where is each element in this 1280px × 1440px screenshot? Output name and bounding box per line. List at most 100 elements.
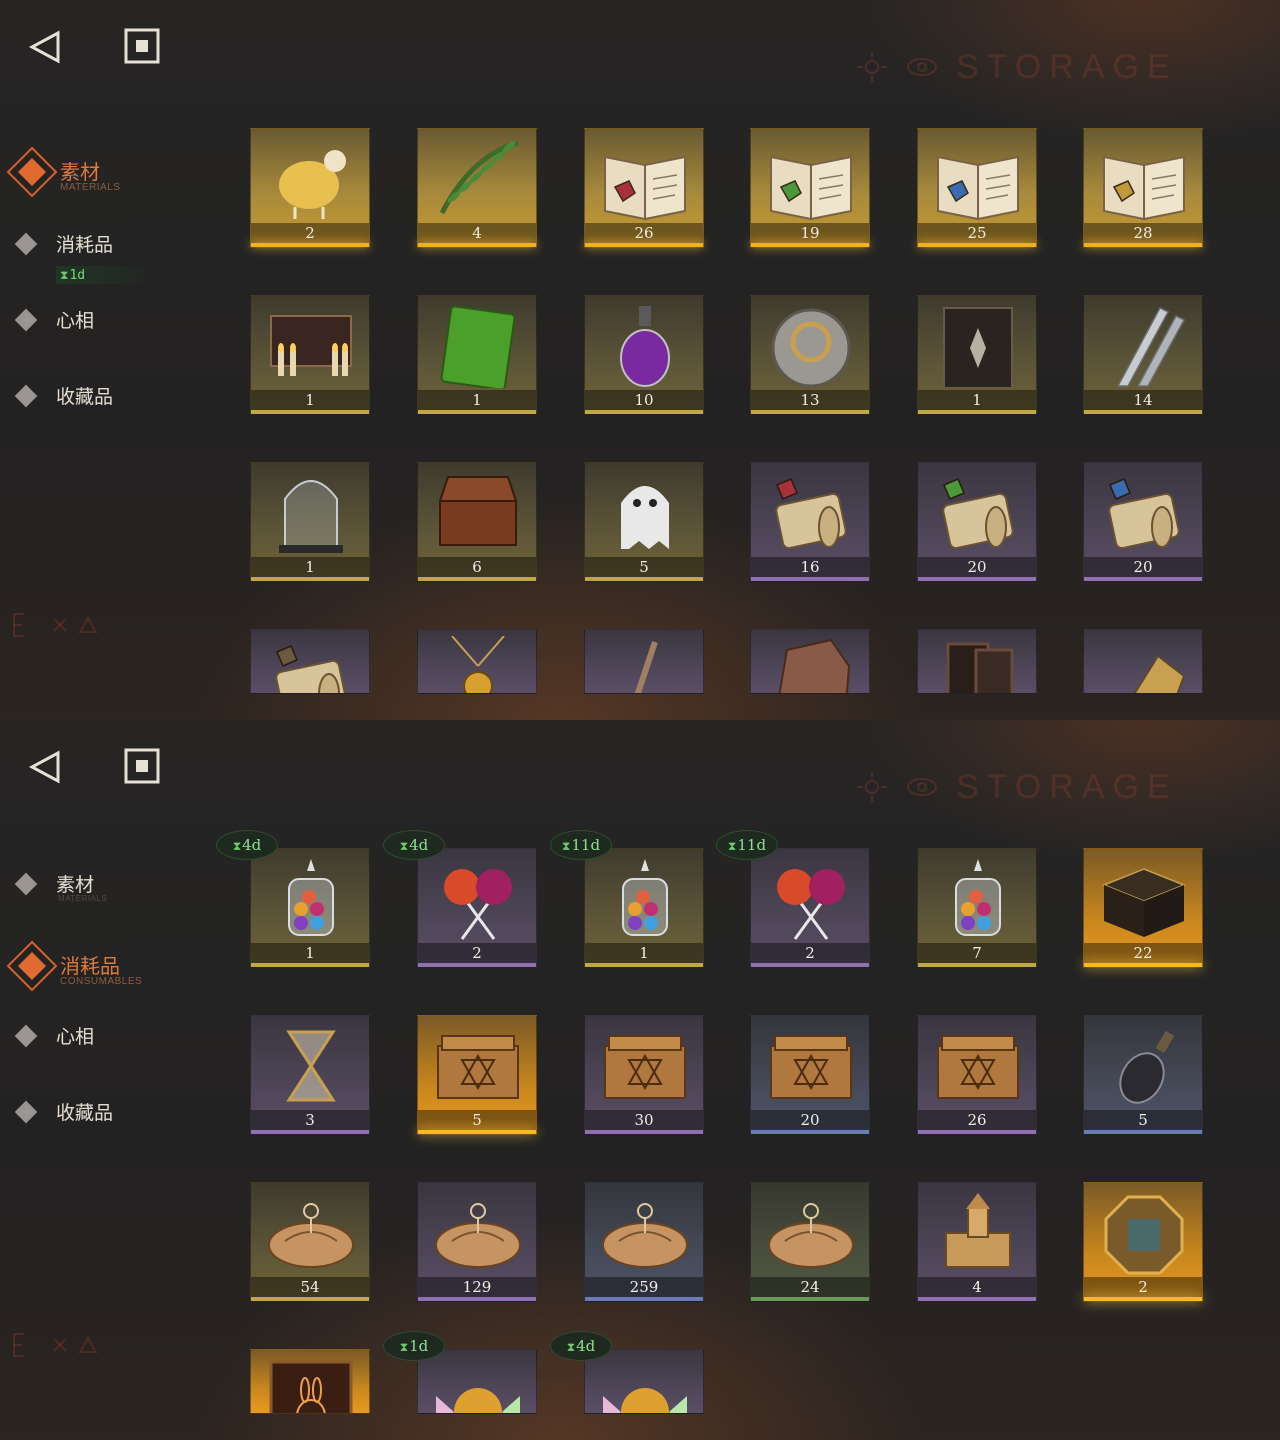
inventory-slot-scroll-green[interactable]: 20 — [917, 462, 1037, 582]
rarity-bar — [918, 410, 1036, 414]
inventory-slot-crate[interactable]: 20 — [750, 1015, 870, 1135]
inventory-slot-scroll-red[interactable]: 16 — [750, 462, 870, 582]
inventory-slot-crate[interactable]: 30 — [584, 1015, 704, 1135]
inventory-slot-book-green[interactable]: 19 — [750, 128, 870, 248]
home-button[interactable] — [124, 28, 160, 64]
diamond-icon — [14, 1024, 38, 1048]
rarity-bar — [918, 243, 1036, 247]
scroll-red-icon — [775, 478, 847, 550]
category-tab-0[interactable]: 素材 MATERIALS — [6, 146, 218, 198]
rarity-bar — [751, 963, 869, 967]
inventory-slot-wrapped-candy[interactable] — [584, 1349, 704, 1414]
rarity-bar — [751, 577, 869, 581]
inventory-slot-hand-box[interactable]: 6 — [417, 462, 537, 582]
rune-cube-icon — [1101, 868, 1187, 937]
item-count: 16 — [800, 558, 820, 576]
inventory-slot-green-tablet[interactable]: 1 — [417, 295, 537, 415]
storage-screen-consumables: STORAGE 素材 MATERIALS 消耗品 CONSUMABLES 心相 收藏品 1… — [0, 720, 1280, 1440]
rarity-bar — [418, 1130, 536, 1134]
inventory-slot-gear-partial[interactable] — [1083, 629, 1203, 694]
rarity-bar — [418, 243, 536, 247]
category-tab-2[interactable]: 心相 — [14, 1016, 218, 1056]
back-button[interactable] — [28, 30, 62, 64]
category-label: 心相 — [56, 310, 95, 332]
inventory-slot-parcel[interactable]: 129 — [417, 1182, 537, 1302]
inventory-slot-candy-jar[interactable]: 7 — [917, 848, 1037, 968]
inventory-slot-purple-bottle[interactable]: 10 — [584, 295, 704, 415]
inventory-slot-ouija-board[interactable]: 1 — [250, 295, 370, 415]
inventory-slot-book-gold[interactable]: 28 — [1083, 128, 1203, 248]
inventory-slot-octagon-token[interactable]: 2 — [1083, 1182, 1203, 1302]
inventory-slot-frame-partial[interactable] — [917, 629, 1037, 694]
category-tab-1[interactable]: 消耗品 — [14, 224, 218, 264]
crate-icon — [604, 1035, 686, 1099]
inventory-slot-lollipops[interactable]: 2 — [417, 848, 537, 968]
item-count: 26 — [634, 224, 654, 242]
rarity-bar — [918, 577, 1036, 581]
rarity-bar — [751, 410, 869, 414]
inventory-slot-scroll-partial[interactable] — [250, 629, 370, 694]
active-diamond-icon — [6, 940, 58, 992]
item-count: 4 — [472, 224, 482, 242]
category-timer-badge: ⧗1d — [56, 266, 156, 284]
inventory-slot-stone-partial[interactable] — [750, 629, 870, 694]
inventory-slot-lollipops[interactable]: 2 — [750, 848, 870, 968]
inventory-slot-amulet-partial[interactable] — [417, 629, 537, 694]
item-count: 5 — [472, 1111, 482, 1129]
hourglass-icon — [286, 1030, 336, 1102]
hourglass-icon: ⧗ — [727, 839, 737, 853]
inventory-slot-parcel[interactable]: 54 — [250, 1182, 370, 1302]
home-button[interactable] — [124, 748, 160, 784]
rarity-bar — [418, 577, 536, 581]
dark-tome-icon — [943, 307, 1013, 388]
inventory-slot-wrapped-candy[interactable] — [417, 1349, 537, 1414]
category-label: 素材 — [60, 160, 100, 184]
inventory-slot-message-bottle[interactable]: 5 — [1083, 1015, 1203, 1135]
rarity-bar — [1084, 963, 1202, 967]
inventory-slot-ghost[interactable]: 5 — [584, 462, 704, 582]
inventory-slot-sand-castle[interactable]: 4 — [917, 1182, 1037, 1302]
book-red-icon — [604, 155, 686, 221]
item-count: 26 — [967, 1111, 987, 1129]
inventory-slot-olive-wreath[interactable]: 4 — [417, 128, 537, 248]
inventory-slot-round-lock[interactable]: 13 — [750, 295, 870, 415]
diamond-icon — [14, 232, 38, 256]
inventory-slot-book-red[interactable]: 26 — [584, 128, 704, 248]
inventory-slot-silver-bullets[interactable]: 14 — [1083, 295, 1203, 415]
storage-screen-materials: STORAGE 素材 MATERIALS 消耗品 心相 收藏品 ⧗1d 2 4 26 19 25… — [0, 0, 1280, 720]
inventory-slot-candy-jar[interactable]: 1 — [250, 848, 370, 968]
inventory-slot-scroll-blue[interactable]: 20 — [1083, 462, 1203, 582]
parcel-icon — [602, 1203, 688, 1268]
category-tab-3[interactable]: 收藏品 — [14, 1092, 218, 1132]
category-tab-3[interactable]: 收藏品 — [14, 376, 218, 416]
item-count: 6 — [472, 558, 482, 576]
inventory-slot-parcel[interactable]: 24 — [750, 1182, 870, 1302]
hand-box-icon — [438, 476, 518, 546]
inventory-slot-rune-cube[interactable]: 22 — [1083, 848, 1203, 968]
inventory-slot-crate[interactable]: 26 — [917, 1015, 1037, 1135]
category-tab-2[interactable]: 心相 — [14, 300, 218, 340]
expiry-timer-badge: ⧗11d — [716, 830, 778, 860]
inventory-slot-glass-dome[interactable]: 1 — [250, 462, 370, 582]
rarity-bar — [918, 1130, 1036, 1134]
inventory-slot-crate[interactable]: 5 — [417, 1015, 537, 1135]
inventory-slot-wand-partial[interactable] — [584, 629, 704, 694]
olive-wreath-icon — [439, 140, 519, 215]
inventory-slot-dark-tome[interactable]: 1 — [917, 295, 1037, 415]
inventory-slot-rabbit-frame[interactable] — [250, 1349, 370, 1414]
category-tab-0[interactable]: 素材 MATERIALS — [14, 864, 218, 904]
golden-sheep-icon — [279, 150, 346, 219]
inventory-slot-parcel[interactable]: 259 — [584, 1182, 704, 1302]
inventory-slot-golden-sheep[interactable]: 2 — [250, 128, 370, 248]
inventory-slot-book-blue[interactable]: 25 — [917, 128, 1037, 248]
back-button[interactable] — [28, 750, 62, 784]
rarity-bar — [251, 963, 369, 967]
purple-bottle-icon — [620, 306, 670, 387]
inventory-slot-hourglass[interactable]: 3 — [250, 1015, 370, 1135]
diamond-icon — [14, 308, 38, 332]
inventory-slot-candy-jar[interactable]: 1 — [584, 848, 704, 968]
category-tab-1[interactable]: 消耗品 CONSUMABLES — [6, 940, 218, 992]
lollipops-icon — [444, 869, 512, 940]
ghost-icon — [621, 486, 669, 549]
decorative-symbols — [13, 1333, 98, 1357]
